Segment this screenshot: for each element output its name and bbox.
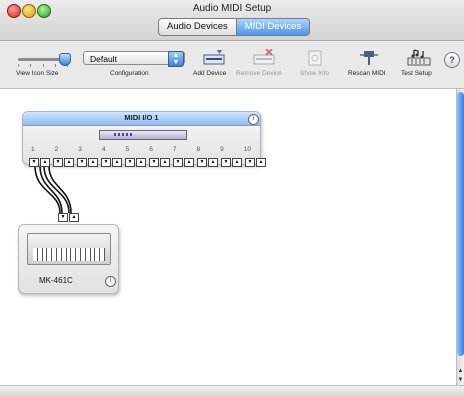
midi-cables [34,165,72,214]
keyboard-icon [27,233,111,265]
port-number: 5 [125,146,130,153]
port-number: 10 [243,146,251,153]
midi-interface-device[interactable]: MIDI I/O 1 i 1 2 3 4 5 6 7 8 9 10 [22,111,261,165]
port-pair[interactable]: ▼ ▲ [173,158,194,167]
port-pair[interactable]: ▼ ▲ [125,158,146,167]
port-number: 4 [101,146,106,153]
port-number: 9 [220,146,224,153]
port-pair[interactable]: ▼ ▲ [221,158,242,167]
audio-midi-setup-window: Audio MIDI Setup Audio Devices MIDI Devi… [0,0,464,396]
midi-interface-image [99,130,187,140]
device-info-icon[interactable]: i [105,276,116,287]
port-pair[interactable]: ▼ ▲ [101,158,122,167]
port-number: 1 [31,146,35,153]
scrollbar-thumb[interactable] [457,92,464,356]
scroll-down-arrow-icon[interactable]: ▼ [457,376,464,385]
port-pair[interactable]: ▼ ▲ [197,158,218,167]
port-pair[interactable]: ▼ ▲ [29,158,50,167]
midi-port-connectors: ▼ ▲ ▼ ▲ ▼ ▲ ▼ ▲ ▼ ▲ ▼ ▲ ▼ ▲ ▼ ▲ ▼ ▲ ▼ ▲ [29,158,266,167]
scroll-up-arrow-icon[interactable]: ▲ [457,367,464,376]
port-pair[interactable]: ▼ ▲ [53,158,74,167]
device-name: MK-461C [39,276,73,285]
port-number: 6 [149,146,153,153]
port-number: 2 [54,146,59,153]
port-number: 8 [196,146,201,153]
port-pair[interactable]: ▼ ▲ [149,158,170,167]
device-name: MIDI I/O 1 [124,113,159,122]
bottom-bar [0,385,464,396]
keyboard-ports[interactable]: ▼ ▲ [58,213,79,222]
port-pair[interactable]: ▼ ▲ [245,158,266,167]
port-numbers: 1 2 3 4 5 6 7 8 9 10 [31,146,251,153]
keyboard-device[interactable]: MK-461C i [18,224,119,294]
port-number: 7 [172,146,177,153]
device-info-icon[interactable]: i [248,114,259,125]
port-number: 3 [78,146,82,153]
device-header: MIDI I/O 1 i [23,112,260,126]
port-pair[interactable]: ▼ ▲ [77,158,98,167]
